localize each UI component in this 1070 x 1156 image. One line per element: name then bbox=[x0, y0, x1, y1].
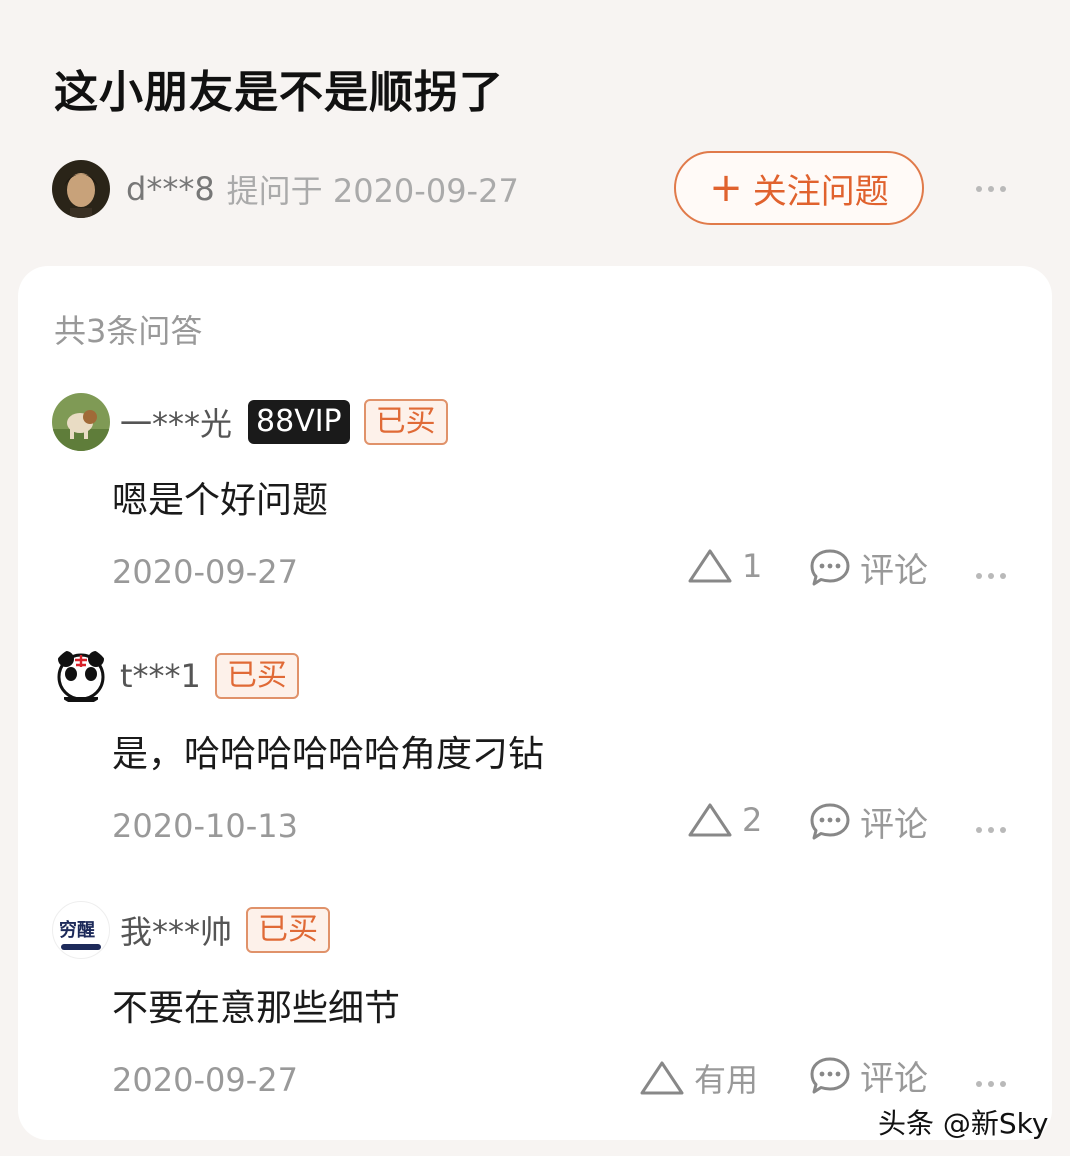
comment-bubble-icon bbox=[810, 549, 850, 585]
follow-question-label: 关注问题 bbox=[752, 171, 889, 212]
comment-button[interactable]: 评论 bbox=[808, 797, 928, 846]
answer-user-row: t***1 已买 bbox=[52, 647, 299, 705]
answer-text: 嗯是个好问题 bbox=[112, 480, 329, 521]
plus-icon: + bbox=[709, 165, 743, 211]
useful-button[interactable]: 有用 bbox=[638, 1055, 758, 1101]
asker-avatar[interactable] bbox=[52, 160, 110, 218]
like-count: 1 bbox=[742, 547, 763, 585]
asker-row: d***8 提问于 2020-09-27 bbox=[52, 160, 519, 218]
comment-label: 评论 bbox=[860, 1059, 928, 1099]
avatar-stripe bbox=[61, 944, 101, 950]
answer-text: 是，哈哈哈哈哈哈角度刁钻 bbox=[112, 734, 545, 775]
question-more-icon[interactable] bbox=[976, 186, 1006, 192]
triangle-up-icon bbox=[688, 803, 732, 837]
comment-bubble-icon bbox=[810, 1057, 850, 1093]
panda-avatar-image bbox=[52, 647, 110, 705]
avatar-text: 穷醒 bbox=[59, 920, 95, 941]
like-count: 2 bbox=[742, 801, 763, 839]
watermark: 头条 @新Sky bbox=[878, 1107, 1049, 1140]
comment-button[interactable]: 评论 bbox=[808, 1051, 928, 1100]
answer-date: 2020-09-27 bbox=[112, 1061, 298, 1099]
triangle-up-icon bbox=[688, 549, 732, 583]
asker-name[interactable]: d***8 bbox=[126, 170, 215, 208]
answer-date: 2020-09-27 bbox=[112, 553, 298, 591]
vip-badge: 88VIP bbox=[248, 400, 350, 444]
answer-user-row: 穷醒 我***帅 已买 bbox=[52, 901, 331, 959]
useful-label: 有用 bbox=[694, 1061, 759, 1099]
answer-username[interactable]: t***1 bbox=[120, 657, 201, 695]
comment-label: 评论 bbox=[860, 805, 928, 845]
bought-badge: 已买 bbox=[246, 907, 331, 953]
answer-avatar[interactable] bbox=[52, 393, 110, 451]
answer-more-icon[interactable] bbox=[976, 1081, 1006, 1087]
asker-avatar-image bbox=[52, 160, 110, 218]
asked-date: 提问于 2020-09-27 bbox=[226, 172, 519, 210]
question-title: 这小朋友是不是顺拐了 bbox=[54, 67, 504, 118]
answer-user-row: 一***光 88VIP 已买 bbox=[52, 393, 448, 451]
answer-username[interactable]: 一***光 bbox=[120, 399, 232, 445]
answer-username[interactable]: 我***帅 bbox=[120, 907, 232, 953]
answer-more-icon[interactable] bbox=[976, 827, 1006, 833]
answer-text: 不要在意那些细节 bbox=[112, 988, 401, 1029]
like-button[interactable]: 1 bbox=[686, 547, 762, 585]
bought-badge: 已买 bbox=[214, 653, 299, 699]
comment-bubble-icon bbox=[810, 803, 850, 839]
answers-card: 共3条问答 一***光 88VIP 已买 嗯是个好问题 2020-09-27 1 bbox=[18, 266, 1052, 1140]
answer-avatar[interactable]: 穷醒 bbox=[52, 901, 110, 959]
triangle-up-icon bbox=[640, 1061, 684, 1095]
answer-item: t***1 已买 是，哈哈哈哈哈哈角度刁钻 2020-10-13 2 评论 bbox=[18, 647, 1052, 897]
answer-more-icon[interactable] bbox=[976, 573, 1006, 579]
bought-badge: 已买 bbox=[363, 399, 448, 445]
like-button[interactable]: 2 bbox=[686, 801, 762, 839]
comment-label: 评论 bbox=[860, 551, 928, 591]
comment-button[interactable]: 评论 bbox=[808, 543, 928, 592]
answer-date: 2020-10-13 bbox=[112, 807, 298, 845]
follow-question-button[interactable]: + 关注问题 bbox=[674, 151, 924, 225]
answer-avatar[interactable] bbox=[52, 647, 110, 705]
answers-count: 共3条问答 bbox=[54, 312, 203, 350]
dog-avatar-image bbox=[52, 393, 110, 451]
answer-item: 一***光 88VIP 已买 嗯是个好问题 2020-09-27 1 评论 bbox=[18, 393, 1052, 643]
